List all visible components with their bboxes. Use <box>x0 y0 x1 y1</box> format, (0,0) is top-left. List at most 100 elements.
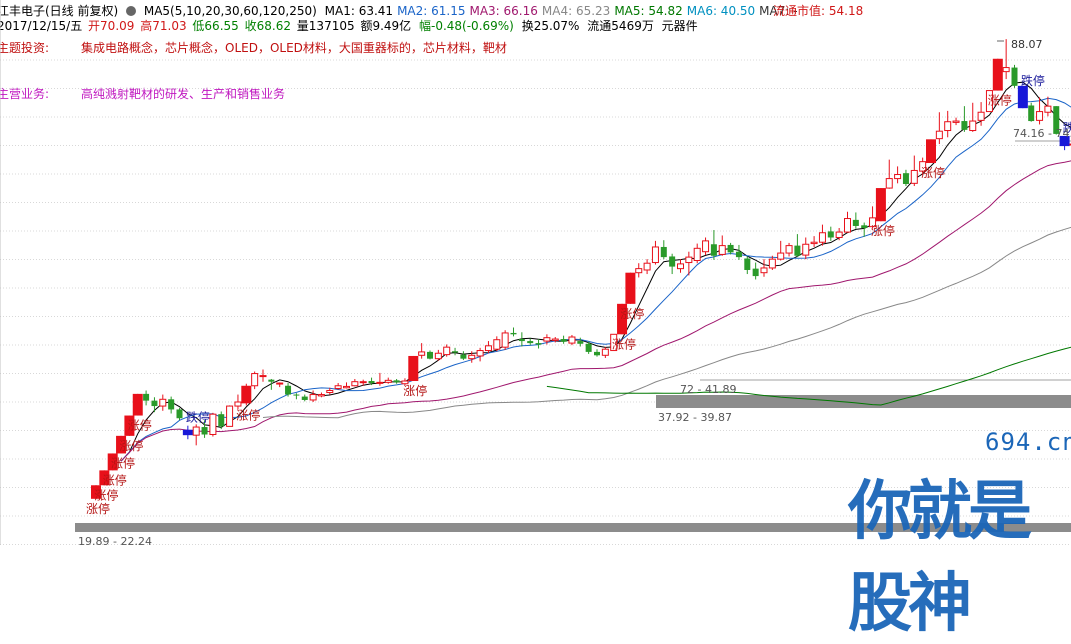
candle-21 <box>268 379 275 382</box>
limit-up-label: 涨停 <box>921 165 945 180</box>
candle-39 <box>418 351 426 356</box>
candle-41 <box>434 352 442 360</box>
candle-92 <box>861 225 868 229</box>
ma-line-ma3 <box>120 160 1071 462</box>
candle-6 <box>143 393 150 401</box>
limit-up-label: 涨停 <box>620 306 644 321</box>
candle-80 <box>760 267 768 274</box>
level-label-4: 19.89 - 22.24 <box>78 535 152 545</box>
limit-up-label: 涨停 <box>103 472 127 487</box>
candle-46 <box>476 350 484 357</box>
candle-28 <box>326 389 334 394</box>
candle-31 <box>351 381 359 387</box>
candle-70 <box>677 263 684 270</box>
candle-66 <box>643 262 651 271</box>
candle-55 <box>551 338 559 341</box>
limit-up-label: 涨停 <box>94 487 118 502</box>
candle-47 <box>484 345 492 352</box>
candle-90 <box>844 218 851 233</box>
limit-up-label: 涨停 <box>119 438 143 453</box>
candle-26 <box>309 394 317 401</box>
candle-59 <box>585 343 592 352</box>
candle-27 <box>317 394 325 397</box>
candle-19 <box>251 373 259 387</box>
limit-up-label: 涨停 <box>236 407 260 422</box>
candle-30 <box>343 385 350 389</box>
candle-112 <box>1028 105 1035 122</box>
candle-61 <box>601 348 609 356</box>
limit-up-label: 涨停 <box>86 501 110 516</box>
candle-104 <box>961 121 968 130</box>
candle-8 <box>159 398 167 407</box>
candle-78 <box>744 258 751 270</box>
candle-73 <box>702 240 710 253</box>
candle-14 <box>209 413 217 435</box>
candle-45 <box>468 354 476 360</box>
candle-9 <box>168 399 175 410</box>
candle-67 <box>651 246 659 264</box>
watermark-url: 694.cn <box>985 428 1071 456</box>
limit-up-label: 涨停 <box>871 223 895 238</box>
candle-97 <box>902 173 909 185</box>
limit-up-label: 涨停 <box>988 93 1012 108</box>
candle-76 <box>727 244 734 253</box>
candle-16 <box>226 405 234 427</box>
candle-110 <box>1011 67 1018 86</box>
candle-77 <box>735 251 742 258</box>
candle-36 <box>393 380 400 383</box>
candle-85 <box>802 243 810 256</box>
candle-106 <box>977 111 985 121</box>
candle-79 <box>752 268 759 277</box>
candle-81 <box>768 258 776 269</box>
candle-17 <box>234 401 242 407</box>
candle-58 <box>577 341 584 344</box>
candle-60 <box>594 351 600 356</box>
candle-68 <box>660 246 667 258</box>
candle-84 <box>794 245 801 256</box>
candle-74 <box>710 244 717 256</box>
candle-108 <box>992 58 1003 91</box>
candle-72 <box>693 247 701 262</box>
candle-23 <box>285 385 292 395</box>
candle-10 <box>176 409 183 419</box>
candle-43 <box>452 351 459 353</box>
level-label-2: 37.92 - 39.87 <box>658 411 732 424</box>
candle-75 <box>718 245 726 255</box>
limit-up-label: 涨停 <box>612 336 636 351</box>
candle-11 <box>182 429 193 436</box>
candle-87 <box>818 232 826 243</box>
candle-98 <box>910 169 918 184</box>
candle-71 <box>685 256 693 264</box>
candle-86 <box>810 241 818 245</box>
candle-35 <box>384 379 392 383</box>
candle-109 <box>1002 67 1010 73</box>
support-bar-high <box>656 395 1071 408</box>
candle-102 <box>944 121 952 132</box>
candle-50 <box>510 332 517 335</box>
candle-94 <box>875 188 886 222</box>
candle-51 <box>518 339 525 342</box>
candle-114 <box>1044 105 1052 113</box>
candle-48 <box>493 339 501 350</box>
level-label-1: 74.16 - 74. <box>1013 127 1071 140</box>
limit-up-label: 涨停 <box>403 383 427 398</box>
watermark-slogan: 你就是股神 <box>848 475 1032 641</box>
candle-53 <box>535 343 542 345</box>
candle-15 <box>218 414 225 427</box>
candle-65 <box>635 268 643 274</box>
candle-7 <box>151 400 158 407</box>
candle-24 <box>293 394 300 396</box>
candle-12 <box>192 426 200 436</box>
limit-down-label: 跌停 <box>1021 73 1045 88</box>
candle-29 <box>334 385 342 389</box>
limit-up-label: 涨停 <box>111 455 135 470</box>
candle-44 <box>460 354 467 359</box>
candle-13 <box>201 427 208 435</box>
ma-line-ma4 <box>262 226 1071 419</box>
candle-34 <box>376 381 384 384</box>
candle-25 <box>301 396 308 400</box>
candle-89 <box>835 231 843 238</box>
candle-49 <box>501 332 509 348</box>
candle-100 <box>926 139 936 164</box>
candle-113 <box>1036 111 1044 121</box>
